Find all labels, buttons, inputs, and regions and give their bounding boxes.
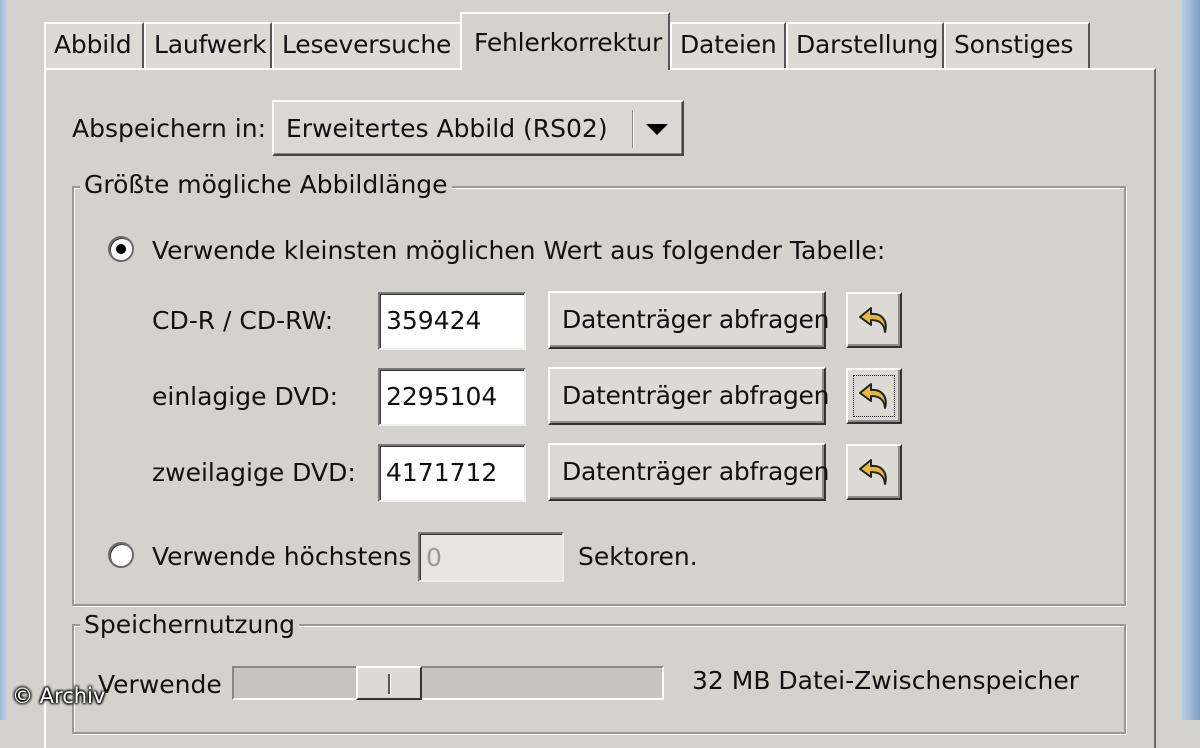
tab-fehlerkorrektur[interactable]: Fehlerkorrektur: [460, 12, 670, 70]
tab-label: Abbild: [54, 30, 132, 59]
radio-use-max-sectors[interactable]: [108, 542, 134, 568]
save-location-dropdown[interactable]: Erweitertes Abbild (RS02): [272, 100, 684, 156]
tab-sonstiges[interactable]: Sonstiges: [944, 22, 1090, 68]
dvd-dual-label: zweilagige DVD:: [152, 458, 356, 487]
tab-dateien[interactable]: Dateien: [670, 22, 786, 68]
cache-size-slider-thumb[interactable]: [356, 666, 423, 700]
tab-leseversuche[interactable]: Leseversuche: [272, 22, 462, 68]
dvd-dual-reset-button[interactable]: [846, 444, 902, 500]
tab-label: Sonstiges: [954, 30, 1074, 59]
tab-label: Dateien: [680, 30, 777, 59]
undo-arrow-icon: [859, 307, 887, 333]
copyright-watermark: © Archiv: [12, 684, 106, 708]
dvd-single-size-input[interactable]: 2295104: [378, 368, 526, 426]
dvd-single-query-medium-button[interactable]: Datenträger abfragen: [548, 367, 829, 425]
cdr-label: CD-R / CD-RW:: [152, 306, 334, 335]
tab-label: Fehlerkorrektur: [474, 28, 663, 57]
tab-label: Leseversuche: [282, 30, 452, 59]
dvd-single-reset-button[interactable]: [846, 368, 902, 424]
tab-label: Laufwerk: [154, 30, 267, 59]
max-sectors-input[interactable]: 0: [418, 532, 564, 582]
cache-size-value: 32 MB Datei-Zwischenspeicher: [692, 666, 1079, 695]
cache-size-slider-track[interactable]: [232, 666, 664, 700]
dropdown-separator: [632, 110, 634, 148]
radio-use-table-label: Verwende kleinsten möglichen Wert aus fo…: [152, 236, 886, 265]
memory-usage-title: Speichernutzung: [80, 610, 300, 639]
cdr-size-input[interactable]: 359424: [378, 292, 526, 350]
sectors-unit-label: Sektoren.: [578, 542, 698, 571]
tab-darstellung[interactable]: Darstellung: [786, 22, 944, 68]
dvd-dual-size-input[interactable]: 4171712: [378, 444, 526, 502]
memory-use-label: Verwende: [98, 670, 222, 699]
dvd-single-label: einlagige DVD:: [152, 382, 339, 411]
tab-label: Darstellung: [796, 30, 939, 59]
cdr-reset-button[interactable]: [846, 292, 902, 348]
window-frame-right: [1182, 0, 1200, 720]
dvd-dual-query-medium-button[interactable]: Datenträger abfragen: [548, 443, 829, 501]
radio-use-table-value[interactable]: [108, 236, 134, 262]
undo-arrow-icon: [859, 459, 887, 485]
chevron-down-icon[interactable]: [640, 112, 674, 146]
max-image-size-title: Größte mögliche Abbildlänge: [80, 170, 452, 199]
save-location-value: Erweitertes Abbild (RS02): [286, 114, 608, 143]
cdr-query-medium-button[interactable]: Datenträger abfragen: [548, 291, 829, 349]
tab-laufwerk[interactable]: Laufwerk: [144, 22, 272, 68]
window-frame-left: [0, 0, 8, 720]
save-location-label: Abspeichern in:: [72, 114, 267, 143]
radio-use-max-label: Verwende höchstens: [152, 542, 412, 571]
tab-abbild[interactable]: Abbild: [44, 22, 144, 68]
focus-rectangle: [853, 375, 895, 417]
